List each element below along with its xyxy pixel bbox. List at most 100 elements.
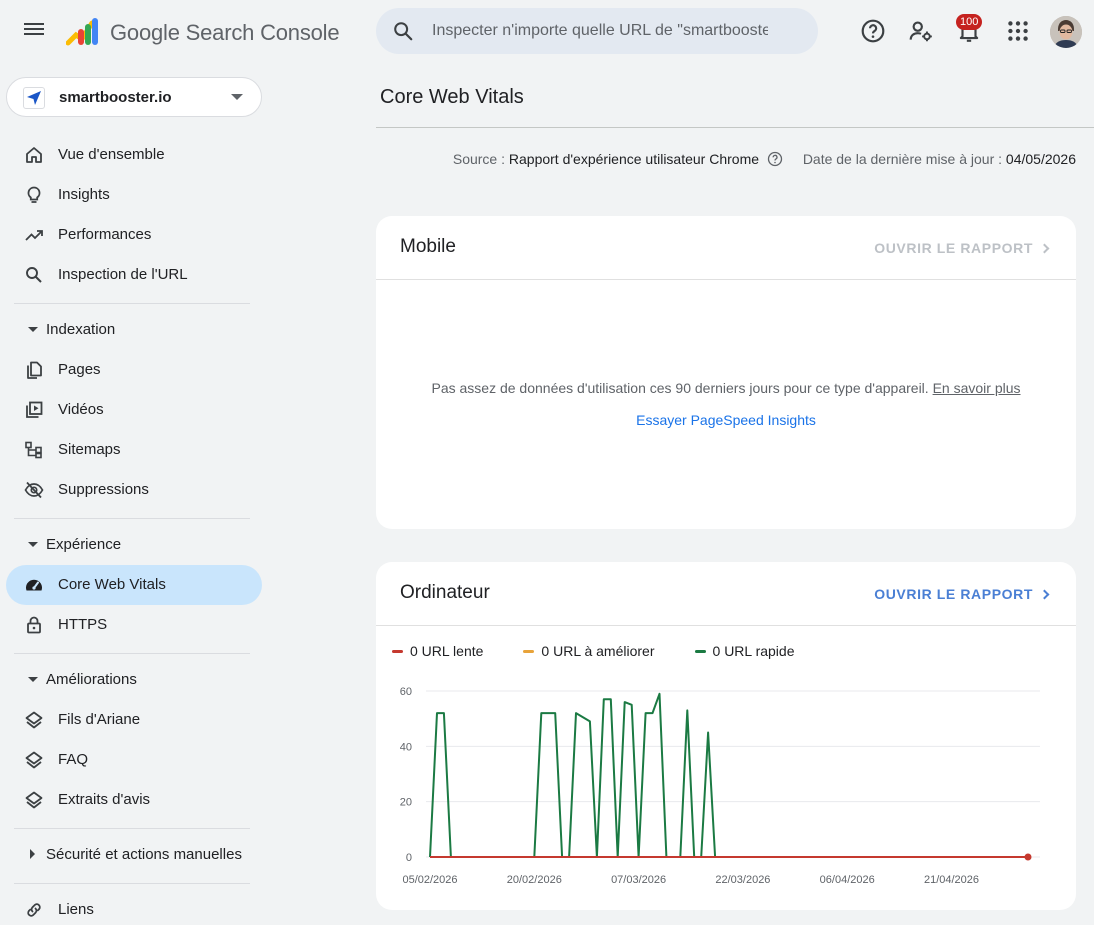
sidebar-section-label: Améliorations xyxy=(46,671,137,688)
notifications-badge: 100 xyxy=(956,14,983,30)
sidebar-section-label: Expérience xyxy=(46,536,122,553)
pagespeed-insights-link[interactable]: Essayer PageSpeed Insights xyxy=(376,412,1076,428)
help-icon[interactable] xyxy=(860,18,886,44)
sidebar-item-https[interactable]: HTTPS xyxy=(6,605,262,645)
sidebar-divider xyxy=(14,653,250,654)
hamburger-icon xyxy=(24,28,44,30)
app-title[interactable]: Google Search Console xyxy=(110,20,340,46)
sidebar-item-performance[interactable]: Performances xyxy=(6,215,262,255)
sidebar-item-sitemaps[interactable]: Sitemaps xyxy=(6,430,262,470)
visibility-off-icon xyxy=(24,481,44,499)
paper-plane-icon xyxy=(27,91,41,105)
sidebar-item-label: Liens xyxy=(58,901,94,918)
updated-value: 04/05/2026 xyxy=(1005,151,1076,167)
search-icon[interactable] xyxy=(392,20,414,42)
sidebar: smartbooster.io Vue d'ensemble Insights … xyxy=(0,64,264,925)
open-report-label: OUVRIR LE RAPPORT xyxy=(874,586,1033,602)
y-tick-label: 0 xyxy=(406,852,412,864)
sidebar-item-removals[interactable]: Suppressions xyxy=(6,470,262,510)
sidebar-item-review-snippets[interactable]: Extraits d'avis xyxy=(6,780,262,820)
video-library-icon xyxy=(26,401,43,418)
sitemap-icon xyxy=(25,441,42,459)
sidebar-item-faq[interactable]: FAQ xyxy=(6,740,262,780)
sidebar-item-label: Sitemaps xyxy=(58,441,121,458)
legend-swatch xyxy=(694,649,706,653)
main-menu-button[interactable] xyxy=(20,20,48,44)
sidebar-item-label: Core Web Vitals xyxy=(58,576,166,593)
sidebar-divider xyxy=(14,828,250,829)
caret-down-icon xyxy=(28,677,38,682)
legend-item-improve[interactable]: 0 URL à améliorer xyxy=(523,642,655,660)
sidebar-item-videos[interactable]: Vidéos xyxy=(6,390,262,430)
sidebar-item-label: Vidéos xyxy=(58,401,104,418)
mobile-open-report-button[interactable]: OUVRIR LE RAPPORT xyxy=(874,240,1050,256)
sidebar-section-indexing[interactable]: Indexation xyxy=(14,315,250,345)
help-outline-icon[interactable] xyxy=(767,151,783,167)
caret-down-icon xyxy=(28,327,38,332)
mobile-no-data-message: Pas assez de données d'utilisation ces 9… xyxy=(376,380,1076,396)
desktop-card: Ordinateur OUVRIR LE RAPPORT 0 URL lente… xyxy=(376,562,1076,910)
series-line-fast xyxy=(429,692,717,858)
sidebar-item-insights[interactable]: Insights xyxy=(6,175,262,215)
sidebar-item-url-inspection[interactable]: Inspection de l'URL xyxy=(6,255,262,295)
sidebar-section-experience[interactable]: Expérience xyxy=(14,530,250,560)
source-info: Source : Rapport d'expérience utilisateu… xyxy=(453,151,1076,167)
legend-swatch xyxy=(523,649,535,653)
lightbulb-icon xyxy=(27,186,41,203)
legend-label: 0 URL lente xyxy=(410,643,484,659)
sidebar-item-label: Performances xyxy=(58,226,152,243)
y-tick-label: 40 xyxy=(400,741,412,753)
caret-down-icon xyxy=(28,542,38,547)
chevron-right-icon xyxy=(1039,243,1050,254)
sidebar-item-links[interactable]: Liens xyxy=(6,890,262,925)
sidebar-section-security[interactable]: Sécurité et actions manuelles xyxy=(14,840,250,870)
layers-icon xyxy=(25,791,43,809)
home-icon xyxy=(26,147,42,163)
x-tick-label: 20/02/2026 xyxy=(507,874,562,886)
caret-right-icon xyxy=(30,849,35,859)
url-inspection-search xyxy=(376,8,818,54)
sidebar-divider xyxy=(14,303,250,304)
sidebar-section-label: Sécurité et actions manuelles xyxy=(46,846,242,863)
source-label: Source : xyxy=(452,151,505,167)
page-title: Core Web Vitals xyxy=(380,86,524,108)
search-input[interactable] xyxy=(432,20,768,42)
legend-label: 0 URL à améliorer xyxy=(541,643,655,659)
layers-icon xyxy=(25,751,43,769)
property-selector[interactable]: smartbooster.io xyxy=(6,77,262,117)
sidebar-item-label: Insights xyxy=(58,186,110,203)
layers-icon xyxy=(25,711,43,729)
no-data-text: Pas assez de données d'utilisation ces 9… xyxy=(431,380,929,396)
mobile-card-header: Mobile OUVRIR LE RAPPORT xyxy=(376,216,1076,280)
property-favicon xyxy=(23,87,45,109)
apps-grid-icon[interactable] xyxy=(1005,18,1031,44)
sidebar-divider xyxy=(14,883,250,884)
series-end-point xyxy=(1024,853,1032,861)
x-tick-label: 21/04/2026 xyxy=(924,874,979,886)
sidebar-divider xyxy=(14,518,250,519)
sidebar-item-breadcrumbs[interactable]: Fils d'Ariane xyxy=(6,700,262,740)
sidebar-item-label: Suppressions xyxy=(58,481,149,498)
user-settings-icon[interactable] xyxy=(908,18,934,44)
title-divider xyxy=(376,127,1094,128)
chevron-down-icon xyxy=(231,94,243,100)
learn-more-link[interactable]: En savoir plus xyxy=(933,380,1021,396)
account-avatar[interactable] xyxy=(1050,16,1082,48)
sidebar-item-core-web-vitals[interactable]: Core Web Vitals xyxy=(6,565,262,605)
sidebar-item-label: Pages xyxy=(58,361,101,378)
sidebar-item-label: Extraits d'avis xyxy=(58,791,151,808)
top-bar: Google Search Console 100 xyxy=(0,0,1094,64)
legend-label: 0 URL rapide xyxy=(712,643,795,659)
sidebar-item-pages[interactable]: Pages xyxy=(6,350,262,390)
sidebar-item-overview[interactable]: Vue d'ensemble xyxy=(6,135,262,175)
source-value: Rapport d'expérience utilisateur Chrome xyxy=(508,151,760,167)
x-tick-label: 22/03/2026 xyxy=(715,874,770,886)
legend-item-slow[interactable]: 0 URL lente xyxy=(392,642,483,660)
legend-item-fast[interactable]: 0 URL rapide xyxy=(694,642,795,660)
x-tick-label: 05/02/2026 xyxy=(402,874,457,886)
legend-swatch xyxy=(392,649,403,653)
sidebar-item-label: FAQ xyxy=(58,751,89,768)
desktop-open-report-button[interactable]: OUVRIR LE RAPPORT xyxy=(874,586,1050,602)
sidebar-section-enhancements[interactable]: Améliorations xyxy=(14,665,250,695)
mobile-card-title: Mobile xyxy=(400,236,456,257)
